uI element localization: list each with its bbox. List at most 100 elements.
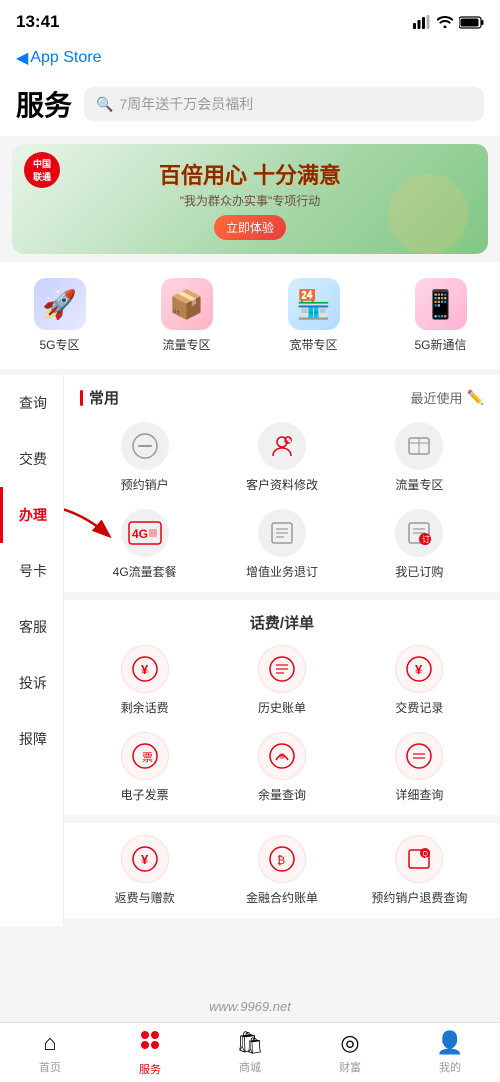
section-divider [80, 390, 83, 406]
service-pay-record[interactable]: ¥ 交费记录 [355, 645, 484, 716]
e-invoice-label: 电子发票 [121, 786, 169, 803]
service-quota-query[interactable]: 余量查询 [217, 732, 346, 803]
tab-mine[interactable]: 👤 我的 [400, 1023, 500, 1082]
quick-5g[interactable]: 🚀 5G专区 [0, 274, 119, 357]
common-section: 常用 最近使用 ✏️ 预约销户 [64, 375, 500, 592]
banner-decoration [388, 174, 468, 254]
common-service-grid: 预约销户 ✎ 客户资料修改 [80, 422, 484, 580]
return-fee-label: 返费与赠款 [115, 889, 175, 906]
tab-shop[interactable]: 🛍 商城 [200, 1023, 300, 1082]
tab-wealth-label: 财富 [339, 1059, 361, 1075]
sidebar-item-pay[interactable]: 交费 [0, 431, 63, 487]
battery-icon [459, 16, 484, 29]
service-detail-query[interactable]: 详细查询 [355, 732, 484, 803]
nav-bar: ◀ App Store [0, 44, 500, 76]
e-invoice-icon: 票 [121, 732, 169, 780]
page-title: 服务 [16, 84, 72, 124]
5gnew-icon: 📱 [415, 278, 467, 330]
service-cancel-refund[interactable]: Q 预约销户退费查询 [355, 835, 484, 906]
banner-button[interactable]: 立即体验 [214, 215, 286, 240]
signal-icon [413, 15, 431, 29]
page-header: 服务 🔍 7周年送千万会员福利 [0, 76, 500, 136]
pay-record-icon: ¥ [395, 645, 443, 693]
tab-home[interactable]: ⌂ 首页 [0, 1023, 100, 1082]
promo-banner[interactable]: 中国联通 百倍用心 十分满意 "我为群众办实事"专项行动 立即体验 [12, 144, 488, 254]
vas-cancel-icon [258, 509, 306, 557]
svg-text:¥: ¥ [415, 662, 423, 677]
banner-title: 百倍用心 十分满意 [159, 158, 341, 190]
service-history-bill[interactable]: 历史账单 [217, 645, 346, 716]
return-service-grid: ¥ 返费与赠款 ₿ 金融合约账单 [80, 835, 484, 906]
service-flow-zone[interactable]: 流量专区 [355, 422, 484, 493]
quick-access-grid: 🚀 5G专区 📦 流量专区 🏪 宽带专区 📱 5G新通信 [0, 262, 500, 369]
sidebar-item-query[interactable]: 查询 [0, 375, 63, 431]
sidebar-item-complaint[interactable]: 投诉 [0, 655, 63, 711]
quota-query-label: 余量查询 [258, 786, 306, 803]
prebook-cancel-icon [121, 422, 169, 470]
service-4g-plan[interactable]: 4G 4G流量套餐 [80, 509, 209, 580]
svg-text:4G: 4G [132, 527, 148, 541]
quick-flow-label: 流量专区 [162, 336, 210, 353]
quick-5gnew-label: 5G新通信 [414, 336, 466, 353]
svg-text:Q: Q [423, 851, 429, 858]
flow-icon: 📦 [161, 278, 213, 330]
service-balance[interactable]: ¥ 剩余话费 [80, 645, 209, 716]
quick-5gnew[interactable]: 📱 5G新通信 [381, 274, 500, 357]
customer-info-label: 客户资料修改 [246, 476, 318, 493]
service-e-invoice[interactable]: 票 电子发票 [80, 732, 209, 803]
mine-icon: 👤 [436, 1030, 463, 1056]
tab-shop-label: 商城 [239, 1059, 261, 1075]
svg-text:票: 票 [142, 751, 153, 764]
tab-bar: ⌂ 首页 服务 🛍 商城 ◎ 财富 👤 我的 [0, 1022, 500, 1082]
prebook-cancel-label: 预约销户 [121, 476, 169, 493]
sidebar-item-repair[interactable]: 报障 [0, 711, 63, 767]
service-customer-info[interactable]: ✎ 客户资料修改 [217, 422, 346, 493]
service-return-fee[interactable]: ¥ 返费与赠款 [80, 835, 209, 906]
service-contract-bill[interactable]: ₿ 金融合约账单 [217, 835, 346, 906]
bill-service-grid: ¥ 剩余话费 历史账单 [80, 645, 484, 803]
service-vas-cancel[interactable]: 增值业务退订 [217, 509, 346, 580]
return-section: ¥ 返费与赠款 ₿ 金融合约账单 [64, 823, 500, 918]
svg-text:₿: ₿ [277, 855, 285, 867]
tab-service[interactable]: 服务 [100, 1023, 200, 1082]
svg-text:订: 订 [422, 534, 430, 544]
sidebar-item-service[interactable]: 客服 [0, 599, 63, 655]
back-arrow-icon: ◀ [16, 48, 28, 68]
history-bill-icon [258, 645, 306, 693]
bill-section-title: 话费/详单 [80, 612, 484, 633]
unicom-logo: 中国联通 [24, 152, 60, 188]
search-bar[interactable]: 🔍 7周年送千万会员福利 [84, 87, 484, 121]
home-icon: ⌂ [43, 1030, 56, 1056]
broadband-icon: 🏪 [288, 278, 340, 330]
service-prebook-cancel[interactable]: 预约销户 [80, 422, 209, 493]
quick-flow[interactable]: 📦 流量专区 [127, 274, 246, 357]
sidebar-item-simcard[interactable]: 号卡 [0, 543, 63, 599]
vas-cancel-label: 增值业务退订 [246, 563, 318, 580]
tab-wealth[interactable]: ◎ 财富 [300, 1023, 400, 1082]
back-button[interactable]: ◀ App Store [16, 48, 101, 68]
return-fee-icon: ¥ [121, 835, 169, 883]
service-purchased[interactable]: 订 我已订购 [355, 509, 484, 580]
balance-icon: ¥ [121, 645, 169, 693]
service-icon [138, 1028, 162, 1058]
sidebar: 查询 交费 办理 号卡 客服 投诉 报障 [0, 375, 64, 926]
contract-bill-icon: ₿ [258, 835, 306, 883]
back-label: App Store [30, 49, 101, 67]
4g-plan-label: 4G流量套餐 [113, 563, 177, 580]
quick-broadband[interactable]: 🏪 宽带专区 [254, 274, 373, 357]
bill-section: 话费/详单 ¥ 剩余话费 [64, 600, 500, 815]
tab-home-label: 首页 [39, 1059, 61, 1075]
flow-zone-icon [395, 422, 443, 470]
sidebar-item-handle[interactable]: 办理 [0, 487, 63, 543]
cancel-refund-label: 预约销户退费查询 [371, 889, 467, 906]
tab-service-label: 服务 [139, 1061, 161, 1077]
4g-plan-icon: 4G [121, 509, 169, 557]
edit-icon[interactable]: ✏️ [467, 389, 484, 406]
cancel-refund-icon: Q [395, 835, 443, 883]
right-panel: 常用 最近使用 ✏️ 预约销户 [64, 375, 500, 926]
balance-label: 剩余话费 [121, 699, 169, 716]
quota-query-icon [258, 732, 306, 780]
purchased-label: 我已订购 [395, 563, 443, 580]
svg-text:✎: ✎ [286, 437, 292, 445]
detail-query-icon [395, 732, 443, 780]
